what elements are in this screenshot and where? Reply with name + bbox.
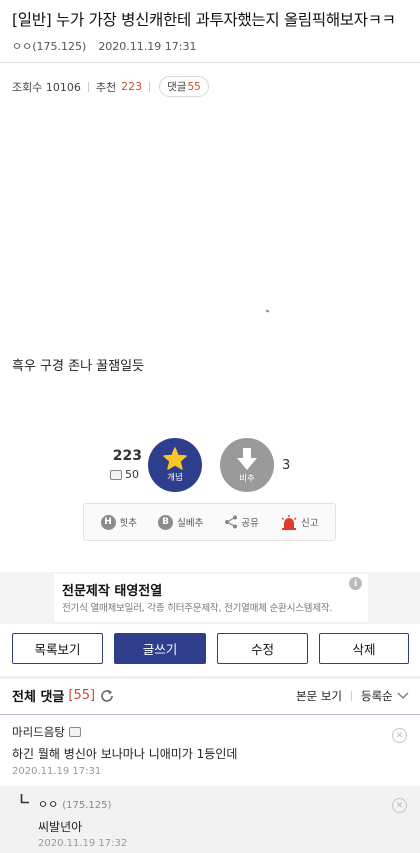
comment-count-pill[interactable]: 댓글55 — [159, 76, 209, 97]
edit-button[interactable]: 수정 — [217, 633, 308, 664]
comment-value: 55 — [187, 81, 201, 93]
reply-arrow-icon — [20, 794, 30, 807]
best-label: 실베추 — [177, 518, 204, 529]
downvote-button[interactable]: 비추 — [220, 438, 274, 492]
share-label: 공유 — [241, 518, 259, 529]
comments-count: [55] — [68, 688, 96, 703]
divider — [0, 676, 420, 679]
post-title: [일반] 누가 가장 병신캐한테 과투자했는지 올림픽해보자ㅋㅋ — [12, 11, 396, 29]
rec-value: 223 — [121, 80, 143, 93]
share-button[interactable]: 공유 — [224, 515, 259, 529]
close-icon[interactable]: ✕ — [392, 728, 407, 743]
rec-count: 223 — [112, 448, 142, 464]
comment-label: 댓글 — [167, 81, 187, 93]
divider — [350, 691, 352, 701]
post-meta: ㅇㅇ(175.125) 2020.11.19 17:31 — [12, 38, 197, 54]
refresh-icon[interactable] — [100, 689, 114, 703]
rec-label: 추천 — [95, 80, 117, 94]
delete-button[interactable]: 삭제 — [319, 633, 409, 664]
star-icon — [163, 447, 187, 470]
divider — [149, 81, 151, 92]
post-body: 흑우 구경 존나 꿀잼일듯 — [12, 359, 144, 374]
hit-rec-button[interactable]: H 힛추 — [100, 514, 138, 530]
write-button[interactable]: 글쓰기 — [114, 633, 206, 664]
close-icon[interactable]: ✕ — [392, 798, 407, 813]
reply-date: 2020.11.19 17:32 — [38, 838, 128, 849]
report-label: 신고 — [300, 518, 319, 529]
nonrec-count: 3 — [282, 458, 291, 473]
fixed-icon — [110, 469, 122, 480]
list-button[interactable]: 목록보기 — [12, 633, 103, 664]
image-placeholder-mark — [265, 309, 270, 313]
sort-select[interactable]: 등록순 — [361, 688, 393, 704]
comment-options: 본문 보기 등록순 — [296, 688, 409, 704]
view-count: 조회수 10106 — [12, 80, 81, 94]
hit-label: 힛추 — [119, 518, 138, 529]
post-author[interactable]: ㅇㅇ(175.125) — [12, 40, 86, 53]
comment-author-name[interactable]: 마리드음탕 — [12, 724, 65, 740]
report-button[interactable]: 신고 — [280, 514, 319, 530]
best-icon: B — [158, 514, 174, 530]
reply-author[interactable]: ㅇㅇ (175.125) — [38, 796, 111, 812]
ad-title[interactable]: 전문제작 태영전열 — [62, 580, 162, 599]
reply-text: 씨발년아 — [38, 820, 83, 834]
share-icon — [225, 515, 238, 529]
fixed-nick-icon — [68, 727, 81, 737]
post-stats: 조회수 10106 추천 223 댓글55 — [12, 76, 209, 97]
divider — [87, 81, 89, 92]
comment-text: 하긴 뭘해 병신아 보나마나 니애미가 1등인데 — [12, 747, 238, 761]
siren-icon — [281, 514, 297, 530]
downvote-label: 비추 — [239, 473, 255, 484]
upvote-label: 개념 — [167, 473, 183, 483]
chevron-down-icon[interactable] — [397, 692, 409, 700]
comments-header: 전체 댓글 [55] — [12, 686, 114, 705]
comment-author[interactable]: 마리드음탕 — [12, 724, 84, 740]
fixed-rec-count: 50 — [110, 468, 139, 481]
divider — [0, 62, 420, 63]
reply-author-ip: (175.125) — [62, 800, 112, 811]
view-body-button[interactable]: 본문 보기 — [296, 688, 342, 704]
fixed-count-value: 50 — [125, 468, 139, 481]
hit-icon: H — [100, 514, 116, 530]
info-icon[interactable]: i — [349, 577, 362, 590]
post-date: 2020.11.19 17:31 — [98, 40, 197, 53]
upvote-button[interactable]: 개념 — [148, 438, 202, 492]
ad-subtitle: 전기식 열매체보일러, 각종 히터주문제작, 전기열매체 순환시스템제작. — [62, 603, 333, 614]
arrow-down-icon — [237, 447, 257, 470]
action-bar: H 힛추 B 실베추 공유 신고 — [83, 503, 336, 541]
comment-date: 2020.11.19 17:31 — [12, 766, 102, 777]
reply-author-name[interactable]: ㅇㅇ — [38, 798, 58, 811]
comments-title: 전체 댓글 — [12, 690, 65, 705]
best-rec-button[interactable]: B 실베추 — [158, 514, 204, 530]
